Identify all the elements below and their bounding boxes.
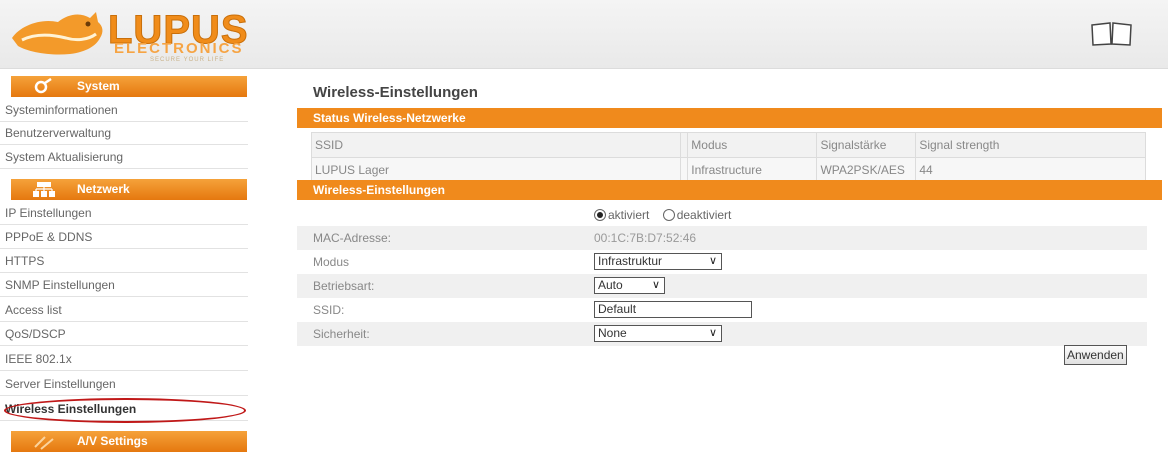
header-bar: LUPUS ELECTRONICS SECURE YOUR LIFE [0, 0, 1168, 69]
mac-row: MAC-Adresse: 00:1C:7B:D7:52:46 [297, 226, 1147, 251]
chevron-down-icon: ∨ [708, 255, 717, 267]
status-panel-header: Status Wireless-Netzwerke [297, 108, 1162, 128]
col-ssid: SSID [310, 132, 682, 158]
lupus-logo: LUPUS ELECTRONICS SECURE YOUR LIFE [10, 6, 276, 63]
section-system-label: System [77, 79, 120, 93]
ssid-label: SSID: [313, 303, 345, 317]
cell-security: WPA2PSK/AES [816, 157, 917, 183]
section-system[interactable]: System [11, 76, 247, 97]
sidebar-item-ieee-8021x[interactable]: IEEE 802.1x [0, 348, 248, 371]
network-icon [33, 182, 55, 197]
security-row: Sicherheit: None ∨ [297, 322, 1147, 347]
sidebar-item-ip-einstellungen[interactable]: IP Einstellungen [0, 202, 248, 225]
settings-panel-header: Wireless-Einstellungen [297, 180, 1162, 200]
cell-ssid: LUPUS Lager [310, 157, 682, 183]
cell-signal-strength: 44 [915, 157, 1146, 183]
col-blank [680, 132, 689, 158]
page-title: Wireless-Einstellungen [313, 84, 478, 101]
sidebar-item-snmp-einstellungen[interactable]: SNMP Einstellungen [0, 274, 248, 297]
mode-label: Modus [313, 255, 350, 269]
sidebar-item-qos-dscp[interactable]: QoS/DSCP [0, 323, 248, 346]
sidebar-item-systeminformationen[interactable]: Systeminformationen [0, 99, 248, 122]
radio-deaktiviert-label: deaktiviert [676, 207, 732, 222]
section-av-settings-label: A/V Settings [77, 434, 148, 448]
mode-row: Modus Infrastruktur ∨ [297, 250, 1147, 275]
sidebar-item-benutzerverwaltung[interactable]: Benutzerverwaltung [0, 122, 248, 145]
status-table: SSID Modus Signalstärke Signal strength … [310, 132, 1146, 183]
col-signalstaerke: Signalstärke [816, 132, 917, 158]
sidebar-item-access-list[interactable]: Access list [0, 299, 248, 322]
ssid-row: SSID: Default [297, 298, 1147, 323]
mac-value: 00:1C:7B:D7:52:46 [594, 231, 697, 245]
operation-mode-select-value: Auto [598, 278, 623, 292]
operation-mode-select[interactable]: Auto ∨ [594, 277, 665, 294]
ssid-input[interactable]: Default [594, 301, 752, 318]
section-av-settings[interactable]: A/V Settings [11, 431, 247, 452]
enable-row: aktiviert deaktiviert [297, 202, 1147, 227]
section-netzwerk[interactable]: Netzwerk [11, 179, 247, 200]
radio-deaktiviert[interactable] [662, 208, 675, 221]
security-select[interactable]: None ∨ [594, 325, 722, 342]
status-table-header: SSID Modus Signalstärke Signal strength [310, 132, 1146, 158]
cell-modus: Infrastructure [687, 157, 818, 183]
cell-blank [680, 157, 689, 183]
mode-select[interactable]: Infrastruktur ∨ [594, 253, 722, 270]
mac-label: MAC-Adresse: [313, 231, 392, 245]
sidebar-item-https[interactable]: HTTPS [0, 250, 248, 273]
security-label: Sicherheit: [313, 327, 370, 341]
chevron-down-icon: ∨ [708, 327, 717, 339]
security-select-value: None [598, 326, 627, 340]
sidebar-item-wireless-einstellungen[interactable]: Wireless Einstellungen [0, 398, 248, 421]
av-icon [34, 436, 54, 450]
operation-mode-label: Betriebsart: [313, 279, 375, 293]
col-signal-strength: Signal strength [915, 132, 1146, 158]
logo-tagline: SECURE YOUR LIFE [150, 57, 225, 63]
section-netzwerk-label: Netzwerk [77, 182, 130, 196]
logo-subtitle: ELECTRONICS [114, 40, 244, 57]
table-row: LUPUS Lager Infrastructure WPA2PSK/AES 4… [310, 157, 1146, 183]
sidebar-item-pppoe-ddns[interactable]: PPPoE & DDNS [0, 226, 248, 249]
sidebar-item-server-einstellungen[interactable]: Server Einstellungen [0, 373, 248, 396]
radio-aktiviert-label: aktiviert [608, 207, 650, 222]
apply-button[interactable]: Anwenden [1064, 345, 1127, 365]
mode-select-value: Infrastruktur [598, 254, 663, 268]
radio-aktiviert[interactable] [594, 208, 606, 221]
sidebar: System Systeminformationen Benutzerverwa… [0, 76, 256, 456]
apply-row: Anwenden [297, 345, 1147, 368]
sidebar-item-system-aktualisierung[interactable]: System Aktualisierung [0, 146, 248, 169]
cat-logo-icon [12, 12, 103, 55]
gear-icon [34, 78, 52, 94]
chevron-down-icon: ∨ [651, 279, 660, 291]
col-modus: Modus [687, 132, 818, 158]
main-content: Wireless-Einstellungen Status Wireless-N… [297, 76, 1162, 456]
book-icon[interactable] [1090, 21, 1134, 47]
operation-mode-row: Betriebsart: Auto ∨ [297, 274, 1147, 299]
